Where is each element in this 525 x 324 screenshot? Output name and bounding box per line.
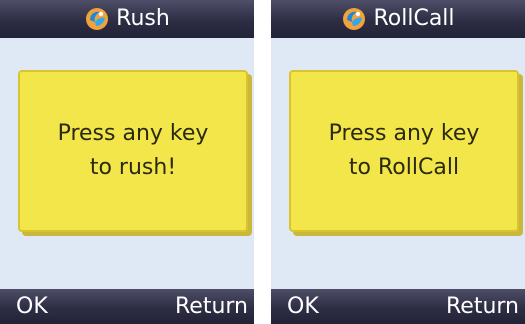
return-softkey[interactable]: Return — [175, 292, 248, 322]
phone-screen-rollcall: RollCall Press any key to RollCall OK Re… — [271, 0, 525, 324]
prompt-line-1: Press any key — [328, 121, 480, 146]
prompt-line-2: to rush! — [89, 155, 177, 180]
rollcall-prompt-card[interactable]: Press any key to RollCall — [289, 70, 519, 232]
prompt-text: Press any key to RollCall — [329, 117, 480, 185]
return-softkey[interactable]: Return — [446, 292, 519, 322]
screen-title: RollCall — [373, 6, 455, 31]
content-area: Press any key to RollCall — [271, 38, 525, 289]
title-bar: Rush — [0, 0, 254, 38]
prompt-line-2: to RollCall — [348, 155, 460, 180]
ok-softkey[interactable]: OK — [287, 292, 319, 322]
app-logo-icon — [84, 6, 110, 32]
ok-softkey[interactable]: OK — [16, 292, 48, 322]
prompt-text: Press any key to rush! — [58, 117, 209, 185]
prompt-line-1: Press any key — [57, 121, 209, 146]
app-logo-icon — [341, 6, 367, 32]
screen-title: Rush — [116, 6, 170, 31]
phone-screen-rush: Rush Press any key to rush! OK Return — [0, 0, 254, 324]
rush-prompt-card[interactable]: Press any key to rush! — [18, 70, 248, 232]
softkey-bar: OK Return — [271, 289, 525, 324]
content-area: Press any key to rush! — [0, 38, 254, 289]
title-bar: RollCall — [271, 0, 525, 38]
softkey-bar: OK Return — [0, 289, 254, 324]
